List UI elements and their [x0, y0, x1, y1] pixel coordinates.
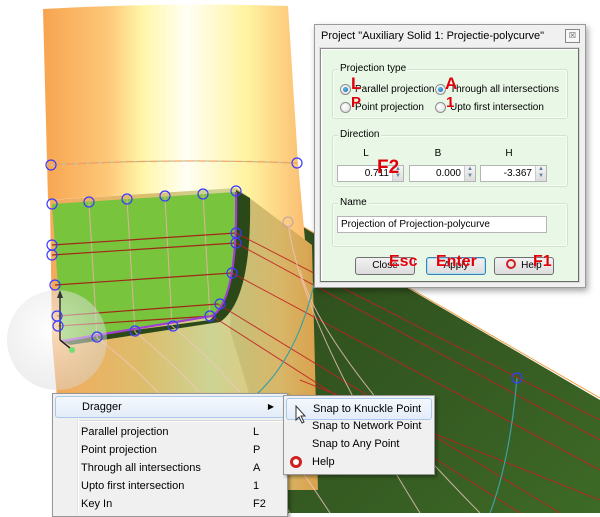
- radio-dot: [435, 102, 446, 113]
- submenu-item-help[interactable]: Help: [286, 452, 432, 472]
- menu-item-shortcut: L: [253, 426, 260, 438]
- menu-item-label: Point projection: [81, 444, 157, 456]
- lifebuoy-icon: [506, 259, 517, 269]
- close-icon[interactable]: ☒: [565, 29, 580, 43]
- radio-dot: [435, 84, 446, 95]
- direction-l-input[interactable]: 0.711 ▲ ▼: [337, 165, 404, 182]
- dialog-body: Projection type Parallel projection Thro…: [320, 48, 579, 282]
- menu-item-label: Upto first intersection: [81, 480, 185, 492]
- context-menu: Dragger ▶ Parallel projection L Point pr…: [52, 393, 288, 517]
- apply-button-label: Apply: [443, 260, 469, 271]
- radio-dot: [340, 84, 351, 95]
- direction-legend: Direction: [338, 129, 382, 140]
- direction-b-value: 0.000: [435, 168, 461, 179]
- help-button[interactable]: Help: [494, 257, 554, 275]
- radio-label: Point projection: [355, 102, 424, 113]
- radio-through-all-intersections[interactable]: Through all intersections: [435, 84, 559, 95]
- menu-item-label: Snap to Any Point: [312, 438, 400, 450]
- close-button[interactable]: Close: [355, 257, 415, 275]
- direction-b-input[interactable]: 0.000 ▲ ▼: [409, 165, 476, 182]
- direction-group: Direction L B H 0.711 ▲ ▼ 0.000 ▲ ▼ -3.367…: [332, 129, 568, 187]
- dragger-sphere: [7, 290, 107, 390]
- name-legend: Name: [338, 197, 369, 208]
- lifebuoy-icon: [290, 456, 302, 468]
- menu-item-label: Help: [312, 456, 335, 468]
- submenu-arrow-icon: ▶: [267, 402, 274, 411]
- column-header-h: H: [505, 148, 513, 159]
- direction-h-input[interactable]: -3.367 ▲ ▼: [480, 165, 547, 182]
- project-dialog: Project "Auxiliary Solid 1: Projectie-po…: [314, 24, 586, 288]
- menu-item-shortcut: A: [253, 462, 261, 474]
- projection-type-legend: Projection type: [338, 63, 409, 74]
- close-button-label: Close: [372, 260, 398, 271]
- direction-h-value: -3.367: [503, 168, 532, 179]
- column-header-b: B: [434, 148, 442, 159]
- menu-item-parallel-projection[interactable]: Parallel projection L: [55, 422, 285, 442]
- spin-arrows-icon[interactable]: ▲ ▼: [392, 166, 403, 181]
- submenu-item-snap-any[interactable]: Snap to Any Point: [286, 434, 432, 454]
- menu-item-label: Snap to Network Point: [312, 420, 422, 432]
- menu-item-label: Through all intersections: [81, 462, 201, 474]
- menu-item-label: Parallel projection: [81, 426, 169, 438]
- menu-item-shortcut: 1: [253, 480, 260, 492]
- direction-l-value: 0.711: [364, 168, 389, 179]
- mouse-cursor-icon: [295, 405, 307, 424]
- column-header-l: L: [363, 148, 369, 159]
- spin-arrows-icon[interactable]: ▲ ▼: [535, 166, 546, 181]
- menu-item-point-projection[interactable]: Point projection P: [55, 440, 285, 460]
- radio-label: Parallel projection: [355, 84, 435, 95]
- menu-item-key-in[interactable]: Key In F2: [55, 494, 285, 514]
- radio-label: Upto first intersection: [450, 102, 544, 113]
- projection-type-group: Projection type Parallel projection Thro…: [332, 63, 568, 119]
- radio-label: Through all intersections: [450, 84, 559, 95]
- apply-button[interactable]: Apply: [426, 257, 486, 275]
- menu-item-dragger[interactable]: Dragger ▶: [55, 396, 285, 418]
- menu-item-through-all-intersections[interactable]: Through all intersections A: [55, 458, 285, 478]
- menu-item-shortcut: P: [253, 444, 261, 456]
- help-button-label: Help: [521, 260, 542, 271]
- menu-item-label: Key In: [81, 498, 113, 510]
- name-input[interactable]: Projection of Projection-polycurve: [337, 216, 547, 233]
- menu-item-shortcut: F2: [253, 498, 266, 510]
- menu-item-label: Dragger: [82, 401, 122, 413]
- radio-upto-first-intersection[interactable]: Upto first intersection: [435, 102, 544, 113]
- radio-dot: [340, 102, 351, 113]
- dialog-title: Project "Auxiliary Solid 1: Projectie-po…: [321, 30, 545, 42]
- menu-item-upto-first-intersection[interactable]: Upto first intersection 1: [55, 476, 285, 496]
- spin-arrows-icon[interactable]: ▲ ▼: [464, 166, 475, 181]
- radio-point-projection[interactable]: Point projection: [340, 102, 424, 113]
- radio-parallel-projection[interactable]: Parallel projection: [340, 84, 435, 95]
- name-group: Name Projection of Projection-polycurve: [332, 197, 568, 247]
